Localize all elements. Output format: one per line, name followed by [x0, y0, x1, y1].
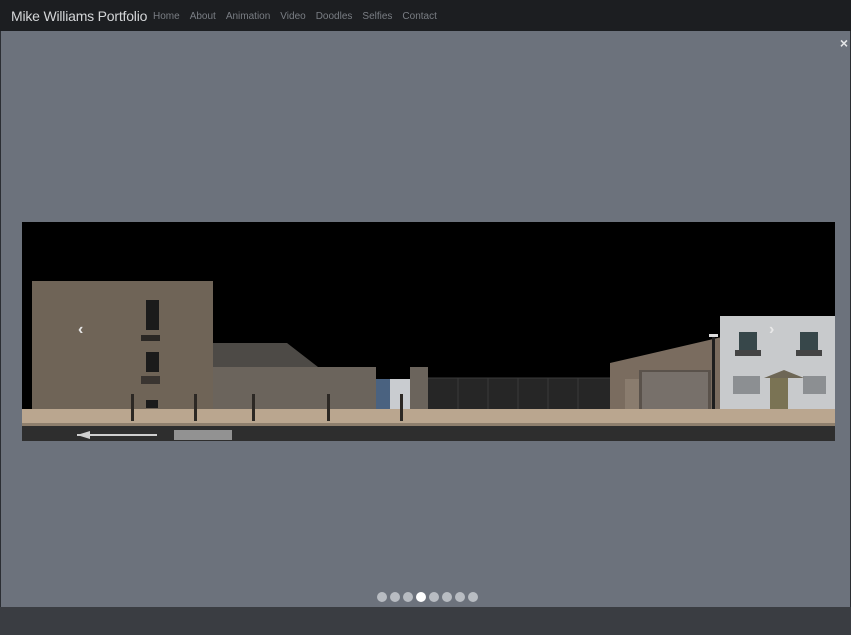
nav-animation[interactable]: Animation [226, 11, 270, 22]
nav-home[interactable]: Home [153, 11, 180, 22]
carousel-indicator-dot[interactable] [468, 592, 478, 602]
carousel-indicators [377, 592, 478, 602]
street-illustration [22, 222, 835, 441]
footer-bar [0, 607, 851, 635]
close-icon[interactable]: × [840, 36, 848, 50]
slide-image: ‹ › [22, 222, 835, 441]
nav-links: Home About Animation Video Doodles Selfi… [153, 11, 447, 22]
nav-contact[interactable]: Contact [402, 11, 436, 22]
nav-doodles[interactable]: Doodles [316, 11, 353, 22]
carousel-indicator-dot[interactable] [377, 592, 387, 602]
lightbox-overlay: × ‹ › [1, 31, 850, 607]
carousel-indicator-dot[interactable] [442, 592, 452, 602]
nav-selfies[interactable]: Selfies [362, 11, 392, 22]
carousel-indicator-dot[interactable] [429, 592, 439, 602]
next-arrow-icon[interactable]: › [769, 322, 774, 338]
carousel-indicator-dot[interactable] [390, 592, 400, 602]
carousel-indicator-dot[interactable] [416, 592, 426, 602]
carousel-indicator-dot[interactable] [403, 592, 413, 602]
brand-logo[interactable]: Mike Williams Portfolio [11, 8, 147, 24]
carousel-indicator-dot[interactable] [455, 592, 465, 602]
nav-video[interactable]: Video [280, 11, 305, 22]
prev-arrow-icon[interactable]: ‹ [78, 322, 83, 338]
navbar: Mike Williams Portfolio Home About Anima… [0, 0, 851, 31]
nav-about[interactable]: About [190, 11, 216, 22]
